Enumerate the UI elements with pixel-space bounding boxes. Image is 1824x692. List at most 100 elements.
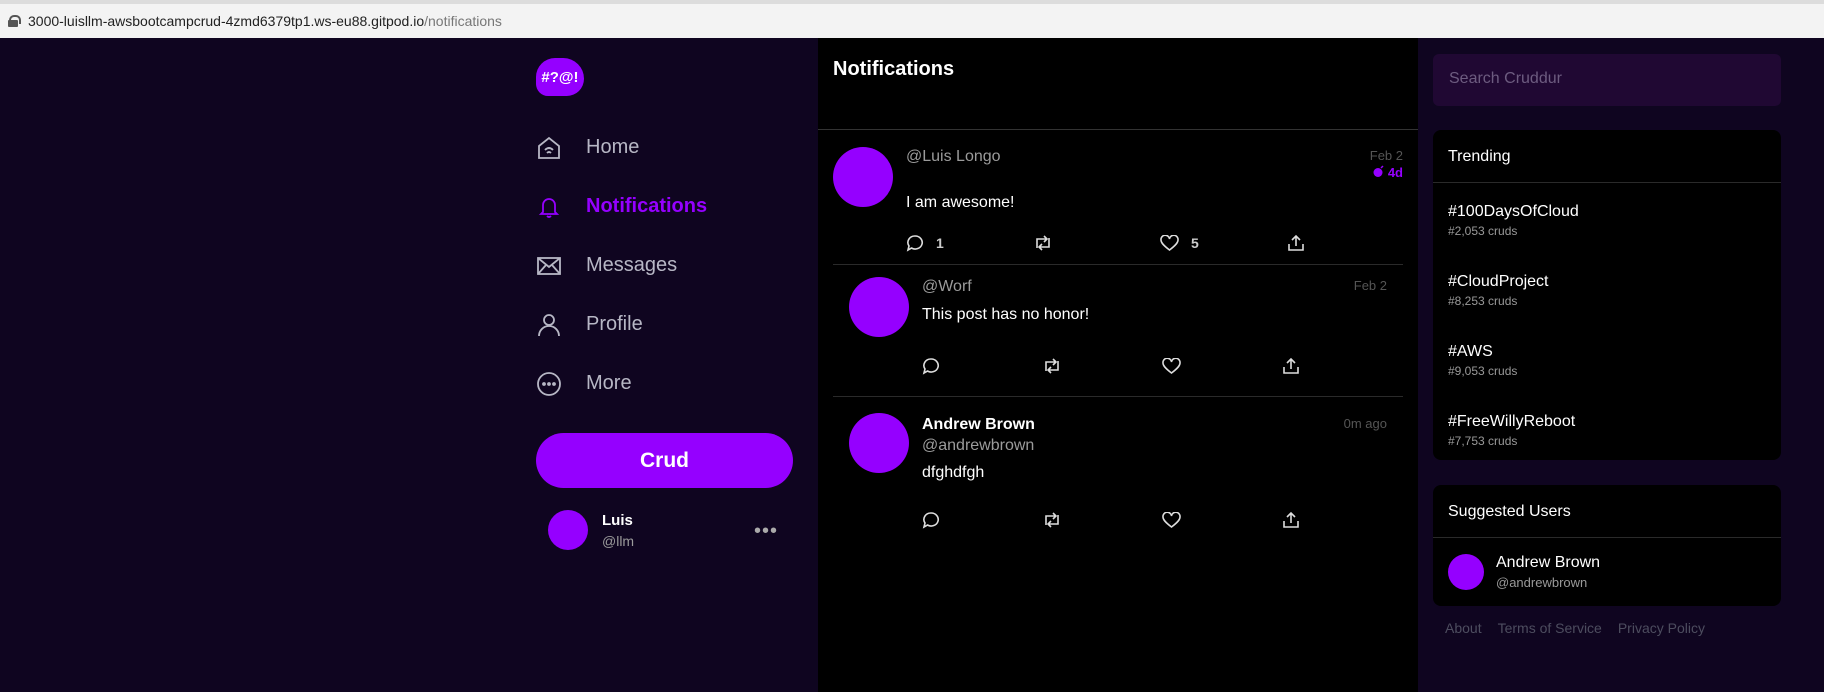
nav-item-home[interactable]: Home [536, 118, 796, 177]
heart-icon [1162, 511, 1181, 528]
post-handle[interactable]: @Luis Longo [906, 148, 1001, 166]
like-button[interactable] [1162, 511, 1282, 529]
trend-count: #8,253 cruds [1448, 294, 1518, 308]
avatar [849, 277, 909, 337]
post-handle[interactable]: @andrewbrown [922, 437, 1034, 455]
footer-link-privacy[interactable]: Privacy Policy [1618, 620, 1705, 636]
footer-link-about[interactable]: About [1445, 620, 1482, 636]
nav-item-notifications[interactable]: Notifications [536, 177, 796, 236]
reply-button[interactable] [922, 357, 1042, 375]
suggested-user-handle: @andrewbrown [1496, 575, 1588, 590]
list-item[interactable]: @Luis Longo Feb 2 4d I am awesome! 1 5 [833, 130, 1403, 265]
notifications-feed: Notifications @Luis Longo Feb 2 4d I am … [818, 38, 1418, 692]
post-date: Feb 2 [1369, 148, 1403, 163]
current-user-handle: @llm [602, 532, 635, 549]
suggested-user-name: Andrew Brown [1496, 554, 1601, 571]
nav-label-profile: Profile [586, 313, 643, 335]
nav-label-more: More [586, 372, 632, 394]
trend-count: #9,053 cruds [1448, 364, 1518, 378]
post-display-name[interactable]: Andrew Brown [922, 416, 1035, 434]
right-column: Search Cruddur Trending #100DaysOfCloud … [1433, 54, 1781, 650]
suggested-users-title: Suggested Users [1433, 485, 1781, 538]
trend-item[interactable]: #CloudProject #8,253 cruds [1433, 253, 1781, 323]
lock-icon [8, 15, 21, 27]
share-button[interactable] [1282, 511, 1402, 529]
left-nav: #?@! Home Notifications Messages Profile… [536, 58, 796, 550]
search-input[interactable]: Search Cruddur [1433, 54, 1781, 106]
like-count: 5 [1191, 235, 1199, 251]
trend-tag: #AWS [1448, 343, 1493, 360]
footer-link-terms[interactable]: Terms of Service [1498, 620, 1602, 636]
footer-links: About Terms of Service Privacy Policy [1433, 606, 1781, 650]
post-message: dfghdfgh [922, 464, 985, 481]
nav-item-messages[interactable]: Messages [536, 236, 796, 295]
repost-icon [1045, 358, 1059, 374]
avatar [548, 510, 588, 550]
heart-icon [1162, 357, 1181, 374]
trending-title: Trending [1433, 130, 1781, 183]
reply-button[interactable] [922, 511, 1042, 529]
nav-item-profile[interactable]: Profile [536, 295, 796, 354]
trend-item[interactable]: #100DaysOfCloud #2,053 cruds [1433, 183, 1781, 253]
like-button[interactable] [1162, 357, 1282, 375]
post-actions: 1 5 [906, 234, 1414, 252]
bell-icon [536, 194, 562, 220]
post-handle[interactable]: @Worf [922, 278, 972, 296]
trend-item[interactable]: #FreeWillyReboot #7,753 cruds [1433, 393, 1781, 460]
current-user[interactable]: Luis @llm ••• [536, 510, 796, 550]
home-icon [536, 135, 562, 161]
avatar [849, 413, 909, 473]
expires-badge: 4d [1372, 165, 1403, 180]
post-actions [922, 511, 1402, 529]
url-host: 3000-luisllm-awsbootcampcrud-4zmd6379tp1… [28, 13, 425, 29]
trending-box: Trending #100DaysOfCloud #2,053 cruds #C… [1433, 130, 1781, 460]
repost-icon [1045, 512, 1059, 528]
reply-icon [922, 512, 940, 529]
suggested-users-box: Suggested Users Andrew Brown @andrewbrow… [1433, 485, 1781, 606]
trend-count: #2,053 cruds [1448, 224, 1518, 238]
share-button[interactable] [1287, 234, 1414, 252]
nav-item-more[interactable]: More [536, 354, 796, 413]
post-date: 0m ago [1343, 416, 1387, 431]
current-user-name: Luis [602, 511, 633, 529]
heart-icon [1160, 234, 1179, 251]
post-message: This post has no honor! [922, 306, 1090, 323]
share-icon [1283, 511, 1299, 528]
cruddur-logo[interactable]: #?@! [536, 58, 584, 96]
share-icon [1283, 357, 1299, 374]
crud-button[interactable]: Crud [536, 433, 793, 488]
bomb-icon [1373, 165, 1384, 177]
address-bar[interactable]: 3000-luisllm-awsbootcampcrud-4zmd6379tp1… [0, 0, 1824, 38]
nav-label-notifications: Notifications [586, 195, 708, 217]
envelope-icon [536, 253, 562, 279]
repost-button[interactable] [1033, 234, 1160, 252]
repost-button[interactable] [1042, 511, 1162, 529]
page-title: Notifications [818, 38, 1418, 130]
person-icon [536, 312, 562, 338]
list-item[interactable]: @Worf Feb 2 This post has no honor! [833, 265, 1403, 397]
reply-icon [922, 358, 940, 375]
share-icon [1288, 234, 1304, 251]
reply-button[interactable]: 1 [906, 234, 1033, 252]
more-circle-icon [536, 371, 562, 397]
repost-button[interactable] [1042, 357, 1162, 375]
post-date: Feb 2 [1353, 278, 1387, 293]
trend-item[interactable]: #AWS #9,053 cruds [1433, 323, 1781, 393]
list-item[interactable]: Andrew Brown @andrewbrown 0m ago dfghdfg… [833, 397, 1403, 537]
trend-tag: #FreeWillyReboot [1448, 413, 1576, 430]
like-button[interactable]: 5 [1160, 234, 1287, 252]
post-message: I am awesome! [906, 194, 1015, 211]
suggested-user[interactable]: Andrew Brown @andrewbrown [1433, 538, 1781, 606]
trend-count: #7,753 cruds [1448, 434, 1518, 448]
reply-icon [906, 235, 924, 252]
trend-tag: #100DaysOfCloud [1448, 203, 1579, 220]
url-path: /notifications [424, 13, 502, 29]
ellipsis-icon[interactable]: ••• [754, 520, 778, 543]
repost-icon [1036, 235, 1050, 251]
share-button[interactable] [1282, 357, 1402, 375]
avatar [833, 147, 893, 207]
trend-tag: #CloudProject [1448, 273, 1549, 290]
reply-count: 1 [936, 235, 944, 251]
avatar [1448, 554, 1484, 590]
post-actions [922, 357, 1402, 375]
